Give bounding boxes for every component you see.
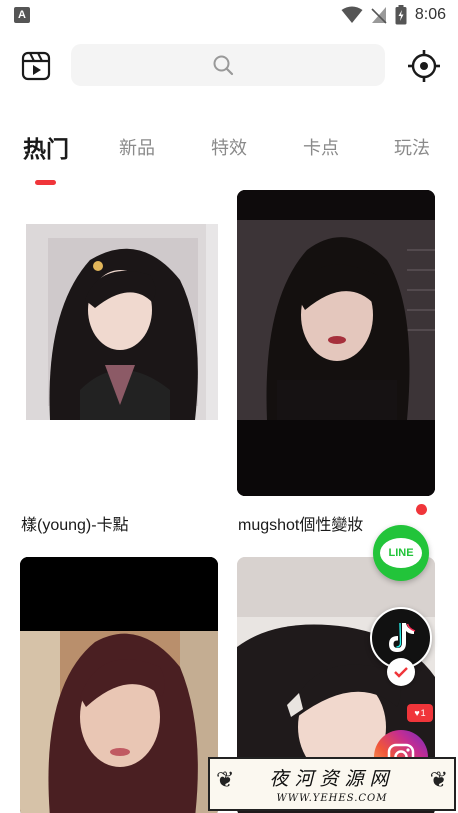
- video-template-button[interactable]: [20, 50, 52, 82]
- heart-icon: ♥: [414, 708, 420, 718]
- template-card-young[interactable]: [20, 190, 220, 498]
- card-title-mugshot: mugshot個性變妝: [238, 517, 364, 534]
- template-card-mugshot[interactable]: [237, 190, 435, 496]
- tab-beat-sync[interactable]: 卡点: [303, 134, 339, 160]
- girl-portrait-photo: [20, 190, 220, 498]
- battery-charging-icon: [395, 5, 407, 25]
- settings-icon: [408, 50, 440, 82]
- line-share-button[interactable]: LINE: [373, 525, 429, 581]
- mugshot-portrait-photo: [237, 190, 435, 496]
- clock: 8:06: [414, 6, 446, 23]
- no-signal-icon: [371, 7, 387, 24]
- top-bar: [0, 40, 458, 92]
- search-bar[interactable]: [71, 44, 385, 86]
- app-screen: A 8:06 热门 新品 特效 卡点 玩法 樣(young)-卡點 mugsho…: [0, 0, 458, 813]
- video-template-icon: [21, 51, 51, 81]
- active-tab-indicator: [35, 180, 56, 185]
- like-count-badge: ♥ 1: [407, 704, 433, 722]
- search-icon: [213, 55, 234, 76]
- check-icon: [394, 667, 408, 678]
- status-bar: A 8:06: [0, 0, 458, 30]
- tab-gameplay[interactable]: 玩法: [394, 134, 430, 160]
- status-icons: 8:06: [341, 5, 446, 25]
- tab-hot[interactable]: 热门: [23, 130, 69, 164]
- app-notification-icon: A: [14, 7, 30, 23]
- tab-new[interactable]: 新品: [119, 134, 155, 160]
- template-card-wink[interactable]: [20, 557, 218, 813]
- settings-button[interactable]: [407, 49, 441, 83]
- follow-check-icon[interactable]: [387, 658, 415, 686]
- card-title-young: 樣(young)-卡點: [21, 517, 129, 534]
- wink-selfie-photo: [20, 557, 218, 813]
- tab-effects[interactable]: 特效: [211, 134, 247, 160]
- watermark-url: WWW.YEHES.COM: [276, 793, 388, 804]
- tiktok-icon: [389, 622, 416, 652]
- line-icon: LINE: [380, 538, 422, 568]
- new-badge-dot: [416, 504, 427, 515]
- wifi-icon: [341, 6, 363, 23]
- swirl-ornament-right-icon: ❦: [429, 767, 448, 792]
- watermark-title: 夜河资源网: [269, 768, 395, 790]
- watermark-banner: ❦ ❦ 夜河资源网 WWW.YEHES.COM: [208, 757, 456, 811]
- category-tabs: 热门 新品 特效 卡点 玩法: [0, 134, 458, 185]
- swirl-ornament-left-icon: ❦: [216, 767, 235, 792]
- like-count: 1: [420, 708, 426, 718]
